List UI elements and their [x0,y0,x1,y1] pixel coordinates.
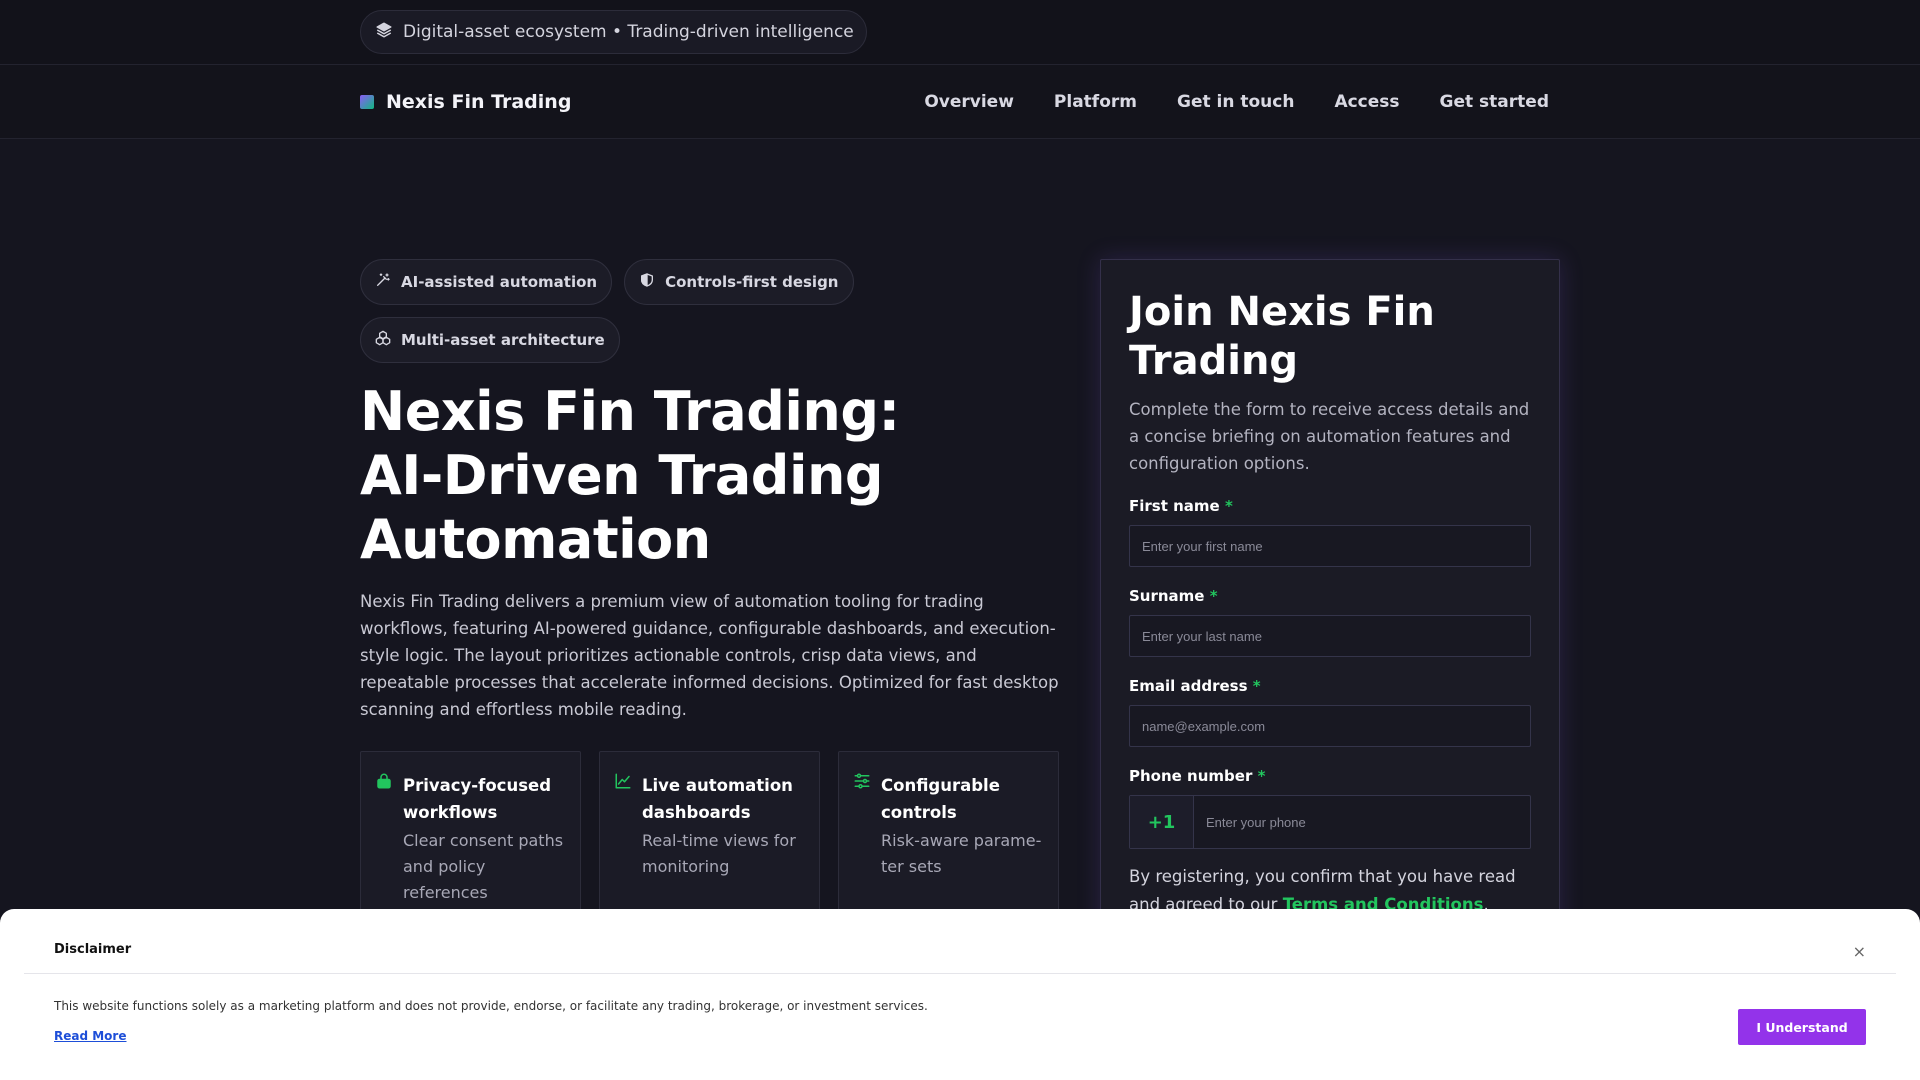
tag-controls-first: Controls-first design [624,259,854,305]
disclaimer-text: This website functions solely as a marke… [54,999,928,1013]
line-chart-icon [614,772,632,910]
disclaimer-divider [24,973,1896,974]
label-text: Surname [1129,587,1205,605]
form-subtitle: Complete the form to receive access deta… [1129,400,1530,473]
country-code-selector[interactable]: +1 [1130,796,1194,848]
feature-description: Risk-aware parame-ter sets [881,831,1042,876]
feature-description: Real-time views for monitoring [642,831,796,876]
tag-ai-automation: AI-assisted automation [360,259,613,305]
tag-label: Controls-first design [665,273,839,291]
shield-icon [639,272,655,292]
feature-description: Clear consent paths and policy reference… [403,831,564,902]
form-title: Join Nexis Fin Trading [1129,289,1435,384]
label-text: Phone number [1129,767,1253,785]
feature-title: Live automation dashboards [642,776,793,822]
main-nav: Overview Platform Get in touch Access Ge… [924,65,1549,139]
feature-title: Privacy-focused workflows [403,776,552,822]
required-marker: * [1209,587,1218,605]
email-label: Email address * [1129,677,1531,695]
nav-access[interactable]: Access [1334,92,1399,112]
registration-card: Join Nexis Fin Trading Complete the form… [1100,259,1560,959]
nav-platform[interactable]: Platform [1054,92,1137,112]
required-marker: * [1257,767,1266,785]
feature-title: Configurable controls [881,776,1000,822]
disclaimer-title: Disclaimer [54,942,132,957]
announcement-pill: Digital-asset ecosystem • Trading-driven… [360,10,867,54]
hero-tags: AI-assisted automation Controls-first de… [360,259,880,363]
hero-title-line: Nexis Fin Trading: [360,380,900,443]
surname-label: Surname * [1129,587,1531,605]
layers-icon [375,21,393,44]
i-understand-button[interactable]: I Understand [1738,1009,1866,1045]
label-text: First name [1129,497,1220,515]
magic-wand-icon [375,272,391,292]
first-name-input[interactable] [1129,525,1531,567]
feature-card-controls: Configurable controls Risk-aware parame-… [838,751,1059,911]
hero-title: Nexis Fin Trading: AI-Driven Trading Aut… [360,380,980,572]
brand-name: Nexis Fin Trading [386,91,572,113]
announcement-text: Digital-asset ecosystem • Trading-driven… [403,22,854,42]
required-marker: * [1224,497,1233,515]
phone-field: +1 [1129,795,1531,849]
lock-icon [375,772,393,910]
brand-mark-icon [360,95,374,109]
brand-logo-link[interactable]: Nexis Fin Trading [360,65,571,139]
disclaimer-banner: Disclaimer × This website functions sole… [0,909,1920,1080]
feature-card-privacy: Privacy-focused workflows Clear consent … [360,751,581,911]
phone-input[interactable] [1194,796,1530,848]
tag-multi-asset: Multi-asset architecture [360,317,620,363]
first-name-label: First name * [1129,497,1531,515]
hero-title-line: Automation [360,508,711,571]
read-more-link[interactable]: Read More [54,1029,127,1043]
required-marker: * [1252,677,1261,695]
nav-overview[interactable]: Overview [924,92,1014,112]
nav-get-in-touch[interactable]: Get in touch [1177,92,1294,112]
site-header: Nexis Fin Trading Overview Platform Get … [0,65,1920,139]
feature-card-dashboards: Live automation dashboards Real-time vie… [599,751,820,911]
email-input[interactable] [1129,705,1531,747]
close-icon[interactable]: × [1853,942,1866,961]
sliders-icon [853,772,871,910]
hero-title-line: AI-Driven Trading [360,444,884,507]
cubes-icon [375,330,391,350]
tag-label: AI-assisted automation [401,273,598,291]
tag-label: Multi-asset architecture [401,331,605,349]
surname-input[interactable] [1129,615,1531,657]
hero-description: Nexis Fin Trading delivers a premium vie… [360,592,1059,719]
nav-get-started[interactable]: Get started [1440,92,1549,112]
announcement-bar: Digital-asset ecosystem • Trading-driven… [0,0,1920,65]
phone-label: Phone number * [1129,767,1531,785]
label-text: Email address [1129,677,1248,695]
feature-cards: Privacy-focused workflows Clear consent … [360,751,1060,911]
